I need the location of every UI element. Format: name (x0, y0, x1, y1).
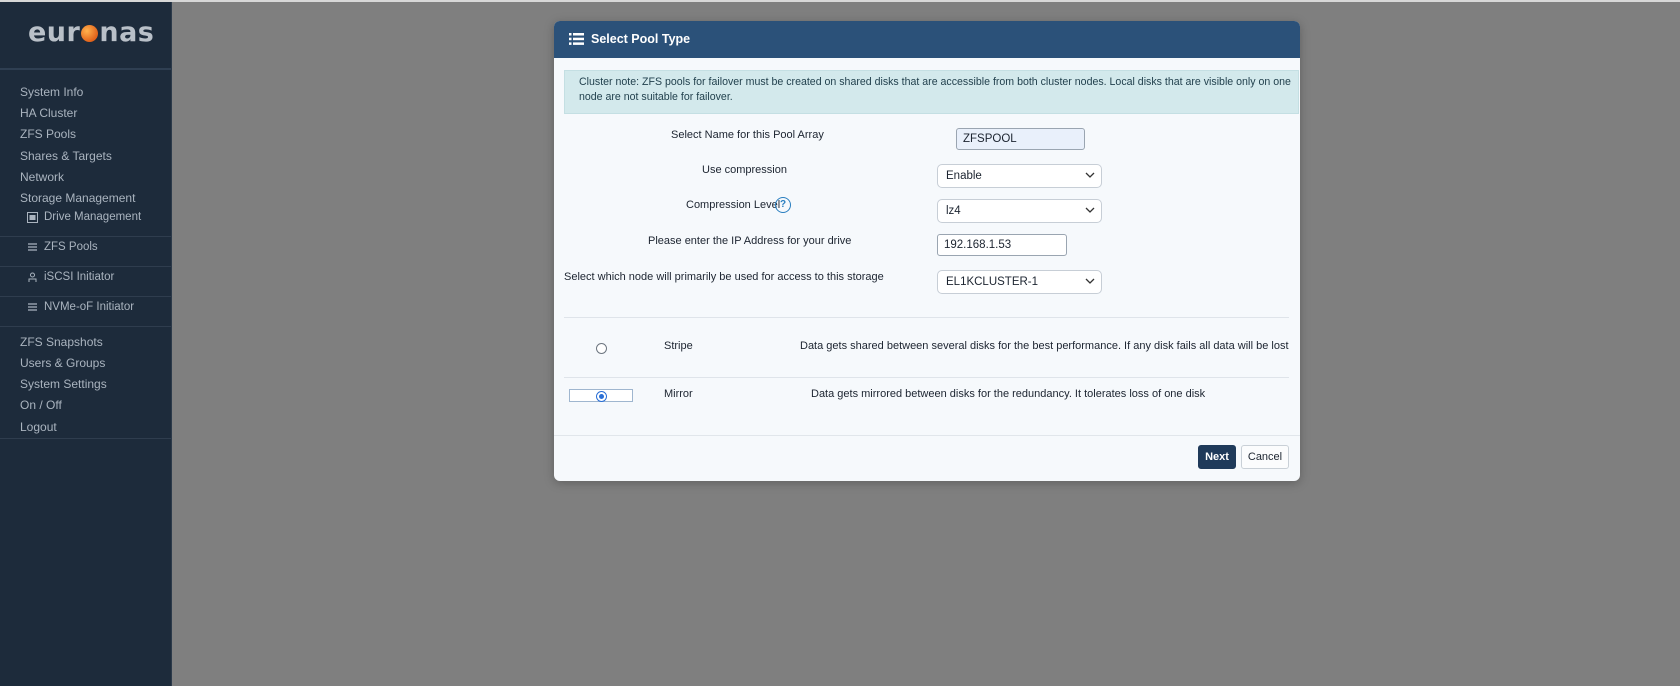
drive-icon (27, 212, 38, 223)
initiator-icon (27, 272, 38, 283)
sidebar-subitem-label: iSCSI Initiator (44, 271, 115, 283)
compression-level-label: Compression Level (686, 199, 781, 211)
compression-level-select[interactable]: lz4 (937, 199, 1102, 223)
sidebar-subitem-drive-management[interactable]: Drive Management (0, 207, 171, 237)
mirror-option-description: Data gets mirrored between disks for the… (811, 388, 1206, 400)
primary-node-select[interactable]: EL1KCLUSTER-1 (937, 270, 1102, 294)
sidebar-subitem-iscsi-initiator[interactable]: iSCSI Initiator (0, 267, 171, 297)
mirror-radio[interactable] (596, 391, 607, 402)
sidebar-subitem-zfs-pools[interactable]: ZFS Pools (0, 237, 171, 267)
sidebar-item-zfs-snapshots[interactable]: ZFS Snapshots (20, 335, 103, 349)
compression-select[interactable]: Enable (937, 164, 1102, 188)
sidebar-item-shares-targets[interactable]: Shares & Targets (20, 149, 112, 163)
primary-node-label: Select which node will primarily be used… (564, 271, 884, 283)
dialog-header: Select Pool Type (554, 21, 1300, 58)
ip-address-label: Please enter the IP Address for your dri… (648, 235, 852, 247)
stripe-option-description: Data gets shared between several disks f… (800, 340, 1289, 352)
compression-label: Use compression (702, 164, 787, 176)
chevron-down-icon (1085, 170, 1095, 180)
cluster-note: Cluster note: ZFS pools for failover mus… (564, 70, 1299, 114)
chevron-down-icon (1085, 205, 1095, 215)
sidebar-subitem-label: NVMe-oF Initiator (44, 301, 135, 313)
sidebar-divider (0, 438, 171, 439)
brand-logo[interactable]: eur nas (0, 2, 171, 70)
sidebar-subitem-label: ZFS Pools (44, 241, 98, 253)
select-pool-type-dialog: Select Pool Type Cluster note: ZFS pools… (554, 21, 1300, 481)
next-button[interactable]: Next (1198, 445, 1236, 469)
primary-node-value: EL1KCLUSTER-1 (946, 276, 1039, 288)
compression-level-value: lz4 (946, 205, 961, 217)
stripe-option-label: Stripe (664, 340, 693, 352)
sidebar-item-ha-cluster[interactable]: HA Cluster (20, 106, 77, 120)
cancel-button[interactable]: Cancel (1241, 445, 1289, 469)
sidebar-item-on-off[interactable]: On / Off (20, 398, 62, 412)
chevron-down-icon (1085, 276, 1095, 286)
sidebar-item-zfs-pools[interactable]: ZFS Pools (20, 127, 76, 141)
pool-name-label: Select Name for this Pool Array (671, 129, 824, 141)
stripe-radio[interactable] (596, 343, 607, 354)
sidebar-item-system-info[interactable]: System Info (20, 85, 83, 99)
sidebar-item-system-settings[interactable]: System Settings (20, 377, 107, 391)
pool-icon (27, 242, 38, 253)
sidebar-item-users-groups[interactable]: Users & Groups (20, 356, 105, 370)
pool-name-input[interactable] (956, 128, 1085, 150)
sidebar-item-storage-management[interactable]: Storage Management (20, 191, 135, 205)
mirror-option-label: Mirror (664, 388, 693, 400)
sidebar-item-logout[interactable]: Logout (20, 420, 57, 434)
section-divider (564, 317, 1289, 318)
sidebar-subitem-nvme-of-initiator[interactable]: NVMe-oF Initiator (0, 297, 171, 327)
logo-text: eur nas (28, 17, 155, 48)
pool-icon (27, 302, 38, 313)
logo-dot-icon (81, 25, 99, 42)
compression-select-value: Enable (946, 170, 982, 182)
list-icon (569, 32, 584, 46)
top-border (0, 0, 1680, 2)
dialog-footer-divider (554, 435, 1300, 436)
option-divider (564, 377, 1289, 378)
dialog-title: Select Pool Type (591, 32, 691, 46)
ip-address-input[interactable] (937, 234, 1067, 256)
sidebar-item-network[interactable]: Network (20, 170, 64, 184)
help-icon[interactable]: ? (775, 197, 791, 213)
sidebar-subitem-label: Drive Management (44, 211, 142, 223)
sidebar: eur nas System Info HA Cluster ZFS Pools … (0, 2, 172, 686)
